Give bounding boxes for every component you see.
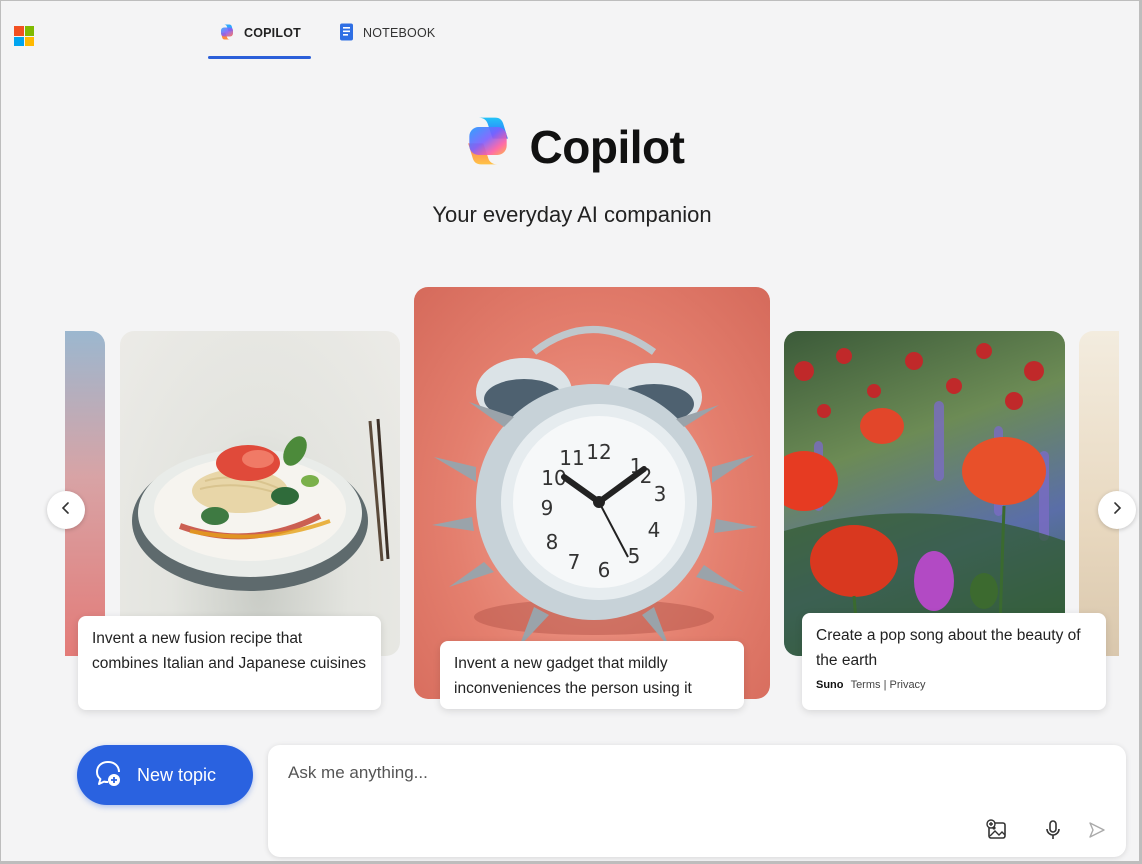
svg-text:3: 3	[654, 482, 667, 506]
card-caption-gadget[interactable]: Invent a new gadget that mildly inconven…	[440, 641, 744, 709]
page-subtitle: Your everyday AI companion	[432, 202, 712, 227]
svg-text:7: 7	[568, 550, 581, 574]
svg-text:12: 12	[586, 440, 611, 464]
svg-text:6: 6	[598, 558, 611, 582]
tab-notebook-label: NOTEBOOK	[362, 26, 436, 40]
new-topic-label: New topic	[137, 764, 217, 785]
page-title-text: Copilot	[529, 120, 685, 173]
page-title: Copilot	[460, 113, 685, 180]
chevron-left-icon	[59, 501, 73, 520]
fusion-dish-image	[132, 418, 390, 591]
alarm-clock-image: 12 1 3 4 5 6 7 8 9 10 11 2	[432, 326, 758, 647]
attribution-separator: |	[883, 679, 887, 691]
card-caption-pop-song-text: Create a pop song about the beauty of th…	[816, 627, 1081, 669]
svg-text:11: 11	[559, 446, 584, 470]
hero: Copilot Your everyday AI companion	[1, 113, 1139, 228]
image-add-icon[interactable]	[984, 817, 1010, 843]
svg-text:8: 8	[546, 530, 559, 554]
carousel-card-fusion-recipe[interactable]	[120, 331, 400, 656]
svg-text:5: 5	[628, 544, 641, 568]
top-tabs: COPILOT NOTEBOOK	[208, 15, 445, 59]
svg-text:9: 9	[541, 496, 554, 520]
svg-text:4: 4	[648, 518, 661, 542]
carousel-next-button[interactable]	[1098, 491, 1136, 529]
tab-copilot[interactable]: COPILOT	[208, 15, 311, 59]
new-topic-button[interactable]: New topic	[77, 745, 253, 805]
microsoft-logo-icon[interactable]	[14, 26, 34, 46]
poppy-field-image	[784, 343, 1065, 656]
chevron-right-icon	[1110, 501, 1124, 520]
suno-brand: Suno	[816, 679, 844, 691]
tab-copilot-label: COPILOT	[244, 26, 301, 40]
carousel-card-pop-song[interactable]	[784, 331, 1065, 656]
microphone-icon[interactable]	[1040, 817, 1066, 843]
app-window: COPILOT NOTEBOOK Copilot Your everyday A…	[0, 0, 1142, 864]
tab-notebook[interactable]: NOTEBOOK	[329, 15, 445, 51]
card-caption-pop-song[interactable]: Create a pop song about the beauty of th…	[802, 613, 1106, 710]
ask-input[interactable]	[288, 763, 1088, 783]
send-icon[interactable]	[1084, 817, 1110, 843]
copilot-logo-icon	[218, 23, 236, 44]
card-caption-fusion-recipe[interactable]: Invent a new fusion recipe that combines…	[78, 616, 381, 710]
privacy-link[interactable]: Privacy	[890, 679, 926, 691]
notebook-icon	[339, 23, 355, 44]
copilot-logo-icon	[460, 113, 516, 180]
carousel-prev-button[interactable]	[47, 491, 85, 529]
carousel-card-gadget[interactable]: 12 1 3 4 5 6 7 8 9 10 11 2	[414, 287, 770, 699]
chat-composer	[268, 745, 1126, 857]
terms-link[interactable]: Terms	[851, 679, 881, 691]
card-attribution: Suno Terms | Privacy	[816, 677, 1092, 693]
chat-add-icon	[93, 758, 123, 793]
